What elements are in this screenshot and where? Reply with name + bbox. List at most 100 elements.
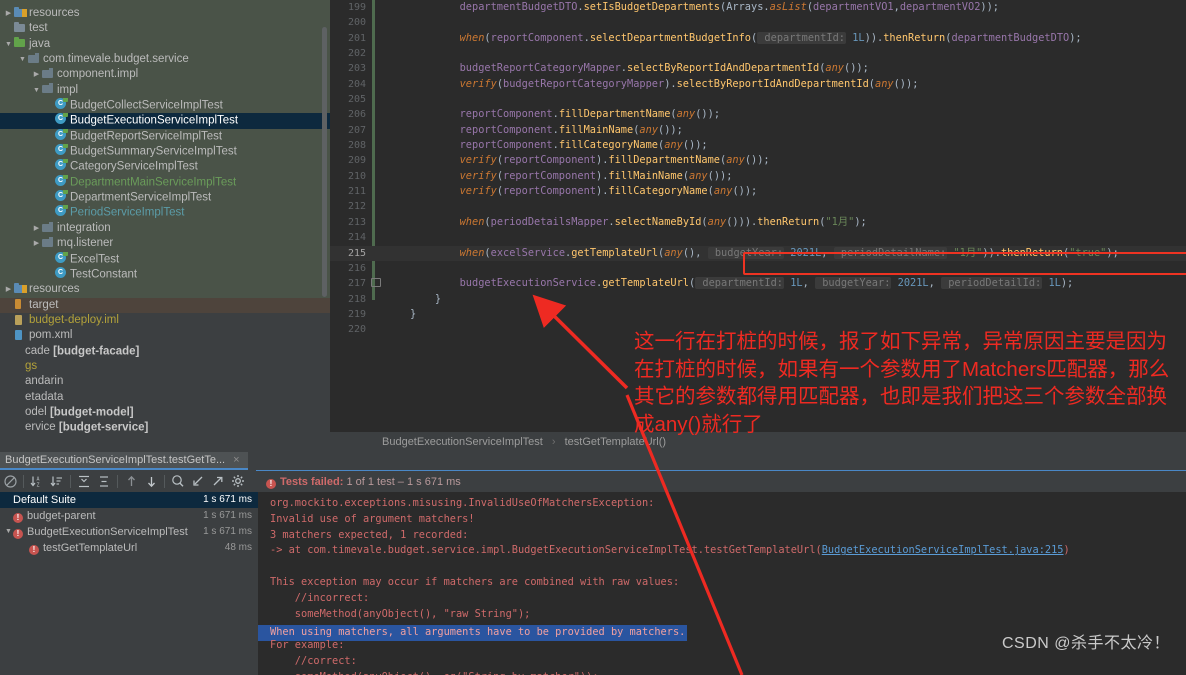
chevron-right-icon[interactable]: ▶ — [32, 221, 41, 236]
code-line[interactable]: 200 — [330, 15, 1186, 30]
code-line[interactable]: 219} — [330, 307, 1186, 322]
code-text[interactable]: } — [410, 292, 441, 307]
line-number[interactable]: 211 — [330, 184, 370, 199]
code-line[interactable]: 207 reportComponent.fillMainName(any()); — [330, 123, 1186, 138]
line-number[interactable]: 216 — [330, 261, 370, 276]
tree-row[interactable]: ▶ resources — [0, 6, 330, 22]
sort-alphabetically-icon[interactable]: AZ — [27, 471, 47, 491]
code-line[interactable]: 213 when(periodDetailsMapper.selectNameB… — [330, 215, 1186, 230]
line-number[interactable]: 206 — [330, 107, 370, 122]
line-number[interactable]: 207 — [330, 123, 370, 138]
chevron-down-icon[interactable]: ▼ — [32, 83, 41, 98]
code-line[interactable]: 220 — [330, 322, 1186, 337]
close-icon[interactable]: × — [233, 454, 239, 466]
sort-by-duration-icon[interactable] — [47, 471, 67, 491]
tree-row[interactable]: ▶TestConstant — [0, 266, 330, 283]
chevron-right-icon[interactable]: ▶ — [32, 67, 41, 82]
tree-row[interactable]: ▶ integration — [0, 220, 330, 237]
next-failed-test-icon[interactable] — [141, 471, 161, 491]
code-text[interactable]: when(excelService.getTemplateUrl(any(), … — [410, 246, 1119, 261]
line-number[interactable]: 220 — [330, 322, 370, 337]
tree-row[interactable]: ▶ExcelTest — [0, 251, 330, 267]
test-tree-row[interactable]: ▶!budget-parent1 s 671 ms — [0, 508, 258, 524]
breadcrumb[interactable]: BudgetExecutionServiceImplTest › testGet… — [330, 432, 1186, 452]
code-text[interactable]: verify(reportComponent).fillCategoryName… — [410, 184, 758, 199]
code-text[interactable]: verify(budgetReportCategoryMapper).selec… — [410, 77, 919, 92]
code-line[interactable]: 203 budgetReportCategoryMapper.selectByR… — [330, 61, 1186, 76]
code-text[interactable]: reportComponent.fillCategoryName(any()); — [410, 138, 708, 153]
line-number[interactable]: 219 — [330, 307, 370, 322]
code-text[interactable]: when(reportComponent.selectDepartmentBud… — [410, 31, 1082, 46]
tree-row[interactable]: ▶ resources — [0, 282, 330, 298]
code-text[interactable]: verify(reportComponent).fillDepartmentNa… — [410, 153, 770, 168]
tree-row[interactable]: ▶target — [0, 297, 330, 313]
code-line[interactable]: 205 — [330, 92, 1186, 107]
code-line[interactable]: 202 — [330, 46, 1186, 61]
code-line[interactable]: 206 reportComponent.fillDepartmentName(a… — [330, 107, 1186, 122]
import-test-results-icon[interactable] — [188, 471, 208, 491]
line-number[interactable]: 213 — [330, 215, 370, 230]
line-number[interactable]: 203 — [330, 61, 370, 76]
tree-row[interactable]: ▶andarin — [0, 374, 330, 389]
tree-row[interactable]: ▶BudgetCollectServiceImplTest — [0, 98, 330, 114]
line-number[interactable]: 217 — [330, 276, 370, 291]
code-text[interactable]: reportComponent.fillDepartmentName(any()… — [410, 107, 720, 122]
tree-row[interactable]: ▶BudgetReportServiceImplTest — [0, 128, 330, 145]
code-line[interactable]: 204 verify(budgetReportCategoryMapper).s… — [330, 77, 1186, 92]
breadcrumb-method[interactable]: testGetTemplateUrl() — [565, 436, 666, 448]
test-results-tree[interactable]: ▶Default Suite1 s 671 ms▶!budget-parent1… — [0, 492, 258, 675]
tree-row[interactable]: ▼ java — [0, 36, 330, 53]
tree-row[interactable]: ▶odel [budget-model] — [0, 405, 330, 420]
project-tree-scrollbar[interactable] — [322, 27, 327, 297]
code-line[interactable]: 217 budgetExecutionService.getTemplateUr… — [330, 276, 1186, 291]
tree-row[interactable]: ▶ component.impl — [0, 67, 330, 83]
code-text[interactable]: } — [410, 307, 416, 322]
chevron-right-icon[interactable]: ▶ — [4, 6, 13, 21]
line-number[interactable]: 209 — [330, 153, 370, 168]
line-number[interactable]: 202 — [330, 46, 370, 61]
test-toolbar[interactable]: AZ — [0, 470, 256, 492]
code-line[interactable]: 209 verify(reportComponent).fillDepartme… — [330, 153, 1186, 168]
collapse-all-icon[interactable] — [94, 471, 114, 491]
tree-row[interactable]: ▶ mq.listener — [0, 236, 330, 252]
test-tree-row[interactable]: ▶Default Suite1 s 671 ms — [0, 492, 258, 508]
tree-row[interactable]: ▶test — [0, 21, 330, 37]
settings-gear-icon[interactable] — [228, 471, 248, 491]
chevron-down-icon[interactable]: ▼ — [4, 37, 13, 52]
code-line[interactable]: 208 reportComponent.fillCategoryName(any… — [330, 138, 1186, 153]
tree-row[interactable]: ▶BudgetSummaryServiceImplTest — [0, 144, 330, 160]
code-line[interactable]: 214 — [330, 230, 1186, 245]
project-tree-panel[interactable]: ▶resources▶test▼java▼com.timevale.budget… — [0, 0, 330, 455]
code-text[interactable]: when(periodDetailsMapper.selectNameById(… — [410, 215, 867, 230]
code-line[interactable]: 215 when(excelService.getTemplateUrl(any… — [330, 245, 1186, 261]
code-line[interactable]: 199 departmentBudgetDTO.setIsBudgetDepar… — [330, 0, 1186, 15]
tree-row[interactable]: ▶ervice [budget-service] — [0, 420, 330, 435]
code-line[interactable]: 212 — [330, 199, 1186, 214]
code-line[interactable]: 216 — [330, 261, 1186, 276]
code-text[interactable]: verify(reportComponent).fillMainName(any… — [410, 169, 733, 184]
tab-test-run[interactable]: BudgetExecutionServiceImplTest.testGetTe… — [0, 452, 248, 470]
tree-row[interactable]: ▶etadata — [0, 390, 330, 405]
code-line[interactable]: 210 verify(reportComponent).fillMainName… — [330, 169, 1186, 184]
breadcrumb-class[interactable]: BudgetExecutionServiceImplTest — [382, 436, 543, 448]
export-test-results-icon[interactable] — [208, 471, 228, 491]
line-number[interactable]: 214 — [330, 230, 370, 245]
code-line[interactable]: 218 } — [330, 292, 1186, 307]
tree-row[interactable]: ▼ impl — [0, 82, 330, 99]
code-text[interactable]: budgetReportCategoryMapper.selectByRepor… — [410, 61, 869, 76]
test-tree-row[interactable]: ▼! BudgetExecutionServiceImplTest 1 s 671 … — [0, 524, 258, 540]
previous-failed-test-icon[interactable] — [121, 471, 141, 491]
tree-row[interactable]: ▶BudgetExecutionServiceImplTest — [0, 113, 330, 129]
line-number[interactable]: 210 — [330, 169, 370, 184]
line-number[interactable]: 208 — [330, 138, 370, 153]
tree-row[interactable]: ▶gs — [0, 359, 330, 374]
chevron-right-icon[interactable]: ▶ — [4, 282, 13, 297]
code-text[interactable]: departmentBudgetDTO.setIsBudgetDepartmen… — [410, 0, 999, 15]
code-line[interactable]: 211 verify(reportComponent).fillCategory… — [330, 184, 1186, 199]
tree-row[interactable]: ▶cade [budget-facade] — [0, 344, 330, 359]
code-text[interactable]: budgetExecutionService.getTemplateUrl( d… — [410, 276, 1073, 291]
line-number[interactable]: 218 — [330, 292, 370, 307]
test-tree-row[interactable]: ▶!testGetTemplateUrl48 ms — [0, 540, 258, 556]
tree-row[interactable]: ▶PeriodServiceImplTest — [0, 205, 330, 221]
tree-row[interactable]: ▼ com.timevale.budget.service — [0, 52, 330, 68]
